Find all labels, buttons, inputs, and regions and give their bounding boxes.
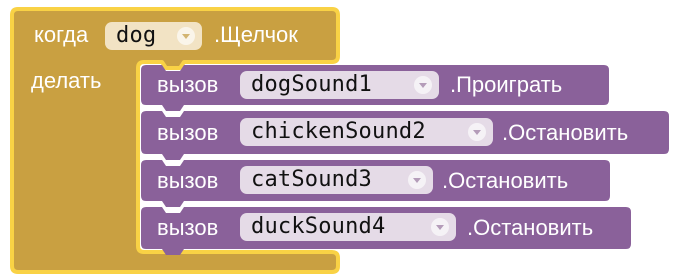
call-component-value: catSound3 [251, 167, 373, 192]
call-component-dropdown[interactable]: chickenSound2 [240, 118, 493, 146]
call-component-dropdown[interactable]: dogSound1 [240, 71, 439, 99]
call-label: вызов [157, 215, 219, 240]
chevron-down-icon[interactable] [177, 27, 195, 45]
call-label: вызов [157, 120, 219, 145]
call-component-value: dogSound1 [251, 72, 373, 97]
call-component-value: duckSound4 [251, 214, 386, 239]
call-label: вызов [157, 72, 219, 97]
blocks-workspace[interactable]: когда dog .Щелчок делать вызов dogSound1… [0, 0, 680, 277]
call-method-label: .Остановить [502, 120, 629, 145]
call-component-value: chickenSound2 [251, 119, 426, 144]
chevron-down-icon[interactable] [414, 76, 432, 94]
event-name-label: .Щелчок [214, 22, 298, 47]
event-component-value: dog [116, 23, 157, 48]
call-component-dropdown[interactable]: catSound3 [240, 166, 433, 194]
chevron-down-icon[interactable] [431, 218, 449, 236]
call-method-label: .Остановить [467, 215, 594, 240]
chevron-down-icon[interactable] [468, 123, 486, 141]
call-label: вызов [157, 168, 219, 193]
chevron-down-icon[interactable] [408, 171, 426, 189]
event-component-dropdown[interactable]: dog [105, 22, 202, 50]
event-do-label: делать [31, 68, 102, 93]
call-method-label: .Остановить [442, 168, 569, 193]
call-method-label: .Проиграть [450, 72, 563, 97]
call-component-dropdown[interactable]: duckSound4 [240, 213, 456, 241]
event-when-label: когда [34, 22, 89, 47]
